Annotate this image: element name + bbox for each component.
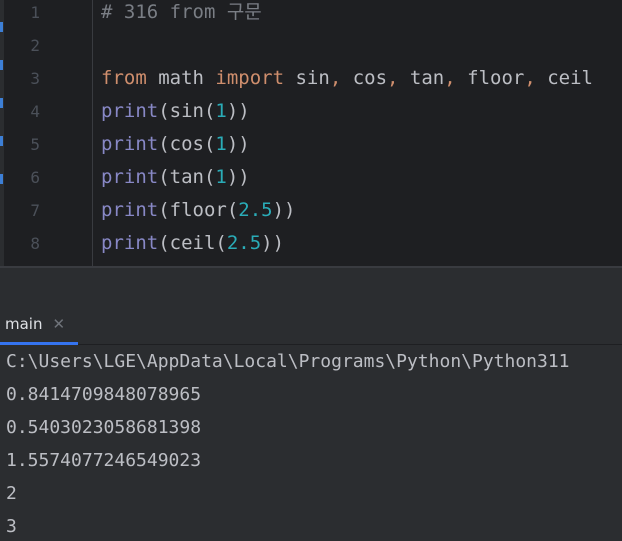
code-token: ,: [329, 67, 342, 89]
code-token: 2.5: [226, 232, 262, 254]
code-token: print: [101, 199, 159, 221]
line-number-gutter: 1 2 3 4 5 6 7 8: [4, 0, 92, 268]
code-token: )): [226, 100, 250, 122]
line-number: 5: [30, 135, 40, 154]
code-token: (tan(: [158, 166, 216, 188]
code-token: # 316 from 구문: [101, 1, 262, 23]
code-token: ,: [444, 67, 456, 89]
code-token: )): [226, 133, 250, 155]
line-number: 2: [30, 36, 40, 55]
code-token: )): [261, 232, 285, 254]
console-output-line: 0.8414709848078965: [6, 384, 202, 405]
code-token: from: [101, 67, 147, 89]
code-token: 2.5: [238, 199, 273, 221]
code-token: (floor(: [158, 199, 239, 221]
code-token: (sin(: [158, 100, 216, 122]
line-number: 3: [30, 69, 40, 88]
console-output-line: 3: [6, 516, 17, 537]
code-line: print(floor(2.5)): [101, 194, 296, 227]
line-number: 4: [30, 102, 40, 121]
line-number: 6: [30, 168, 40, 187]
code-token: tan: [398, 67, 445, 89]
code-token: (cos(: [158, 133, 216, 155]
code-line: print(ceil(2.5)): [101, 227, 284, 260]
gutter-divider: [92, 0, 93, 268]
close-icon[interactable]: ✕: [52, 316, 65, 332]
code-token: print: [101, 100, 159, 122]
code-token: ceil: [535, 67, 593, 89]
code-token: )): [226, 166, 250, 188]
run-console[interactable]: C:\Users\LGE\AppData\Local\Programs\Pyth…: [0, 345, 622, 541]
code-token: 1: [215, 100, 227, 122]
code-line: from math import sin, cos, tan, floor, c…: [101, 62, 593, 95]
code-token: math: [146, 67, 216, 89]
code-token: )): [272, 199, 296, 221]
console-output-line: 1.5574077246549023: [6, 450, 202, 471]
line-number: 8: [30, 234, 40, 253]
code-token: print: [101, 232, 159, 254]
code-line: print(cos(1)): [101, 128, 250, 161]
code-line: # 316 from 구문: [101, 0, 262, 29]
code-token: (ceil(: [158, 232, 227, 254]
console-output-line: 2: [6, 483, 17, 504]
code-token: print: [101, 166, 159, 188]
code-token: 1: [215, 133, 227, 155]
code-token: import: [215, 67, 285, 89]
code-line: print(tan(1)): [101, 161, 250, 194]
code-token: sin: [284, 67, 330, 89]
code-token: 1: [215, 166, 227, 188]
code-token: floor: [455, 67, 525, 89]
console-output-line: 0.5403023058681398: [6, 417, 202, 438]
line-number: 7: [30, 201, 40, 220]
code-token: print: [101, 133, 159, 155]
tab-main[interactable]: main ✕: [0, 304, 73, 344]
code-token: cos: [341, 67, 388, 89]
console-command-line: C:\Users\LGE\AppData\Local\Programs\Pyth…: [6, 351, 570, 372]
code-token: ,: [387, 67, 399, 89]
code-editor[interactable]: 1 2 3 4 5 6 7 8 # 316 from 구문 from math import s…: [0, 0, 622, 268]
code-token: ,: [524, 67, 536, 89]
run-tab-bar: main ✕: [0, 304, 622, 345]
line-number: 1: [30, 3, 40, 22]
panel-spacer: [0, 268, 622, 304]
ide-window: 1 2 3 4 5 6 7 8 # 316 from 구문 from math import s…: [0, 0, 622, 541]
tab-main-label: main: [5, 315, 43, 333]
code-line: print(sin(1)): [101, 95, 250, 128]
